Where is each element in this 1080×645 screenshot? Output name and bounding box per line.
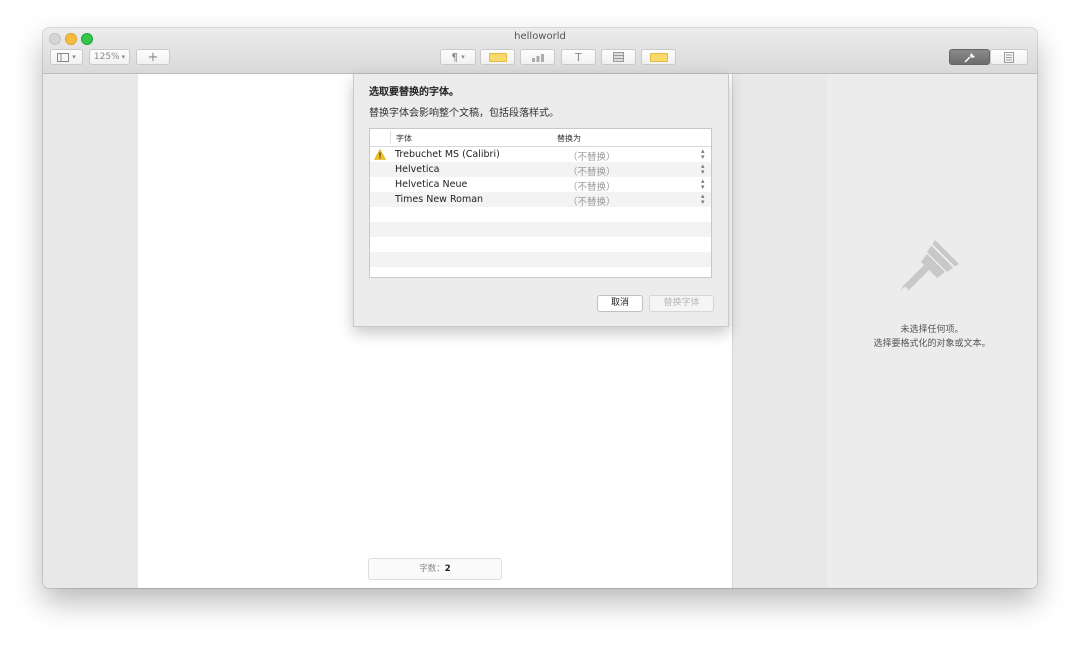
word-count-value: 2: [444, 564, 451, 574]
inspector-empty-hint: 选择要格式化的对象或文本。: [873, 339, 991, 349]
app-window: helloworld ▾ 125% ▾ + ¶ ▾ T 未选择任何项。 选择要格…: [43, 28, 1037, 588]
plus-icon: +: [147, 49, 159, 65]
replacement-select[interactable]: （不替换）: [568, 149, 616, 163]
toolbar: helloworld ▾ 125% ▾ + ¶ ▾ T: [43, 28, 1037, 74]
table-row[interactable]: Times New Roman （不替换） ▴ ▾: [370, 192, 711, 208]
word-count-label: 字数：: [419, 564, 445, 574]
inspector-empty-title: 未选择任何项。: [900, 325, 964, 335]
paintbrush-icon: [901, 240, 959, 293]
insert-media-button[interactable]: [641, 49, 676, 65]
add-page-button[interactable]: +: [136, 49, 170, 65]
stepper-icon[interactable]: ▴ ▾: [701, 193, 705, 206]
media-icon: [649, 52, 668, 62]
dialog-description: 替换字体会影响整个文稿，包括段落样式。: [369, 108, 559, 119]
word-count-indicator[interactable]: 字数：2: [368, 558, 502, 580]
stepper-icon[interactable]: ▴ ▾: [701, 178, 705, 191]
canvas-margin: [732, 74, 828, 588]
sidebar-icon: [57, 52, 70, 62]
replace-fonts-dialog: 选取要替换的字体。 替换字体会影响整个文稿，包括段落样式。 字体 替换为 Tre…: [353, 74, 729, 327]
replacement-select[interactable]: （不替换）: [568, 164, 616, 178]
stepper-icon[interactable]: ▴ ▾: [701, 148, 705, 161]
cancel-button[interactable]: 取消: [597, 295, 643, 312]
pilcrow-icon: ¶: [451, 50, 459, 64]
replace-fonts-button[interactable]: 替换字体: [649, 295, 714, 312]
chevron-down-icon: ▾: [461, 53, 465, 61]
document-inspector-button[interactable]: [990, 49, 1028, 65]
table-icon: [488, 52, 507, 62]
format-inspector: 未选择任何项。 选择要格式化的对象或文本。: [827, 74, 1037, 588]
page-thumbnails-sidebar: [43, 74, 139, 588]
paintbrush-icon: [963, 52, 975, 63]
dialog-title: 选取要替换的字体。: [369, 87, 459, 98]
empty-row: [370, 207, 711, 222]
paragraph-style-button[interactable]: ¶ ▾: [440, 49, 476, 65]
font-name: Helvetica: [395, 164, 440, 175]
chevron-down-icon: ▾: [121, 53, 126, 61]
text-icon: T: [575, 50, 582, 64]
column-header-font[interactable]: 字体: [396, 133, 412, 144]
chart-icon: [531, 53, 544, 62]
insert-text-button[interactable]: T: [561, 49, 596, 65]
insert-table-button[interactable]: [480, 49, 515, 65]
empty-row: [370, 237, 711, 252]
zoom-level: 125%: [93, 52, 120, 62]
table-header: 字体 替换为: [370, 129, 711, 147]
shape-icon: [613, 52, 624, 62]
table-row[interactable]: Trebuchet MS (Calibri) （不替换） ▴ ▾: [370, 147, 711, 163]
empty-row: [370, 222, 711, 237]
chevron-down-icon: ▾: [72, 53, 76, 61]
font-name: Trebuchet MS (Calibri): [395, 149, 500, 160]
table-row[interactable]: Helvetica （不替换） ▴ ▾: [370, 162, 711, 178]
font-table: 字体 替换为 Trebuchet MS (Calibri) （不替换） ▴ ▾ H…: [369, 128, 712, 278]
view-menu-button[interactable]: ▾: [50, 49, 83, 65]
replacement-select[interactable]: （不替换）: [568, 179, 616, 193]
warning-icon: [374, 149, 386, 160]
stepper-icon[interactable]: ▴ ▾: [701, 163, 705, 176]
format-inspector-button[interactable]: [949, 49, 990, 65]
font-name: Helvetica Neue: [395, 179, 468, 190]
column-divider: [390, 131, 391, 144]
insert-chart-button[interactable]: [520, 49, 555, 65]
zoom-menu-button[interactable]: 125% ▾: [89, 49, 130, 65]
insert-shape-button[interactable]: [601, 49, 636, 65]
window-title: helloworld: [514, 31, 566, 42]
document-icon: [1004, 51, 1014, 63]
font-name: Times New Roman: [395, 194, 484, 205]
replacement-select[interactable]: （不替换）: [568, 194, 616, 208]
column-header-replace[interactable]: 替换为: [557, 133, 581, 144]
table-row[interactable]: Helvetica Neue （不替换） ▴ ▾: [370, 177, 711, 194]
empty-row: [370, 252, 711, 267]
